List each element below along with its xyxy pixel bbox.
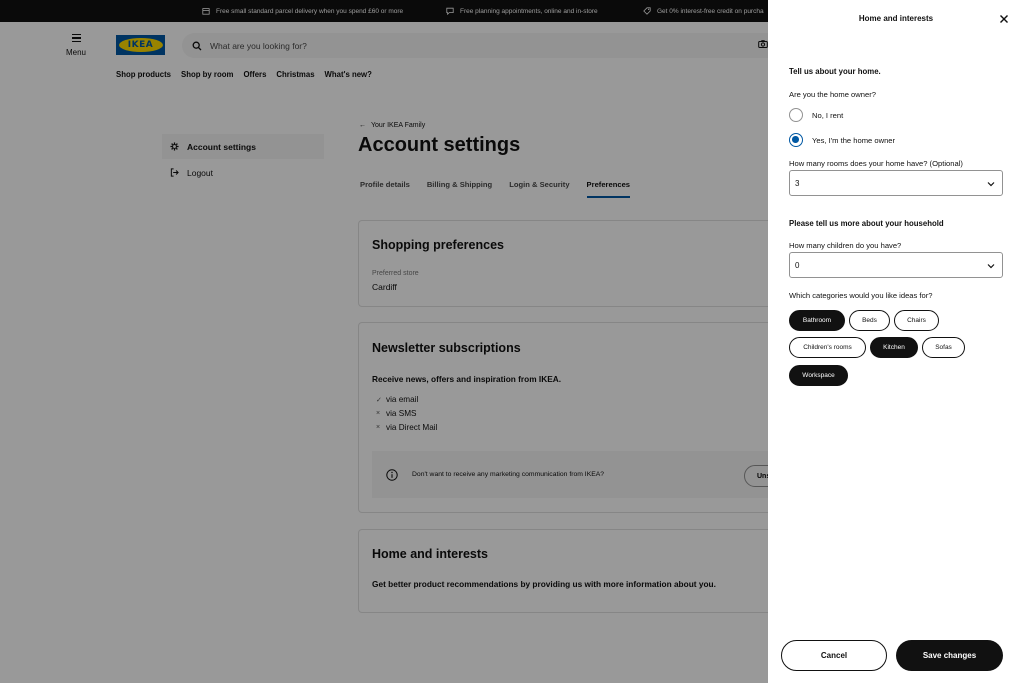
owner-question: Are you the home owner?: [789, 90, 876, 99]
close-button[interactable]: [998, 13, 1010, 25]
category-pill-sofas[interactable]: Sofas: [922, 337, 965, 358]
children-value: 0: [795, 260, 800, 270]
radio-option-rent[interactable]: No, I rent: [789, 108, 843, 122]
rooms-label: How many rooms does your home have? (Opt…: [789, 159, 963, 168]
category-pill-kitchen[interactable]: Kitchen: [870, 337, 918, 358]
rooms-select[interactable]: 3: [789, 170, 1003, 196]
save-changes-button[interactable]: Save changes: [896, 640, 1003, 671]
category-pill-beds[interactable]: Beds: [849, 310, 890, 331]
radio-button-selected[interactable]: [789, 133, 803, 147]
category-pill-bathroom[interactable]: Bathroom: [789, 310, 845, 331]
radio-option-owner[interactable]: Yes, I'm the home owner: [789, 133, 895, 147]
category-pill-childrens-rooms[interactable]: Children's rooms: [789, 337, 866, 358]
radio-button[interactable]: [789, 108, 803, 122]
rooms-value: 3: [795, 178, 800, 188]
categories-label: Which categories would you like ideas fo…: [789, 291, 933, 300]
category-pill-chairs[interactable]: Chairs: [894, 310, 939, 331]
radio-label: Yes, I'm the home owner: [812, 135, 896, 145]
home-section-heading: Tell us about your home.: [789, 67, 881, 76]
chevron-down-icon: [987, 264, 995, 269]
category-pill-workspace[interactable]: Workspace: [789, 365, 848, 386]
household-section-heading: Please tell us more about your household: [789, 219, 944, 228]
children-select[interactable]: 0: [789, 252, 1003, 278]
radio-label: No, I rent: [812, 110, 844, 120]
panel-title: Home and interests: [858, 14, 934, 23]
close-icon: [1000, 15, 1008, 23]
cancel-button[interactable]: Cancel: [781, 640, 887, 671]
home-interests-panel: Home and interests Tell us about your ho…: [768, 0, 1024, 683]
chevron-down-icon: [987, 182, 995, 187]
children-label: How many children do you have?: [789, 241, 902, 250]
